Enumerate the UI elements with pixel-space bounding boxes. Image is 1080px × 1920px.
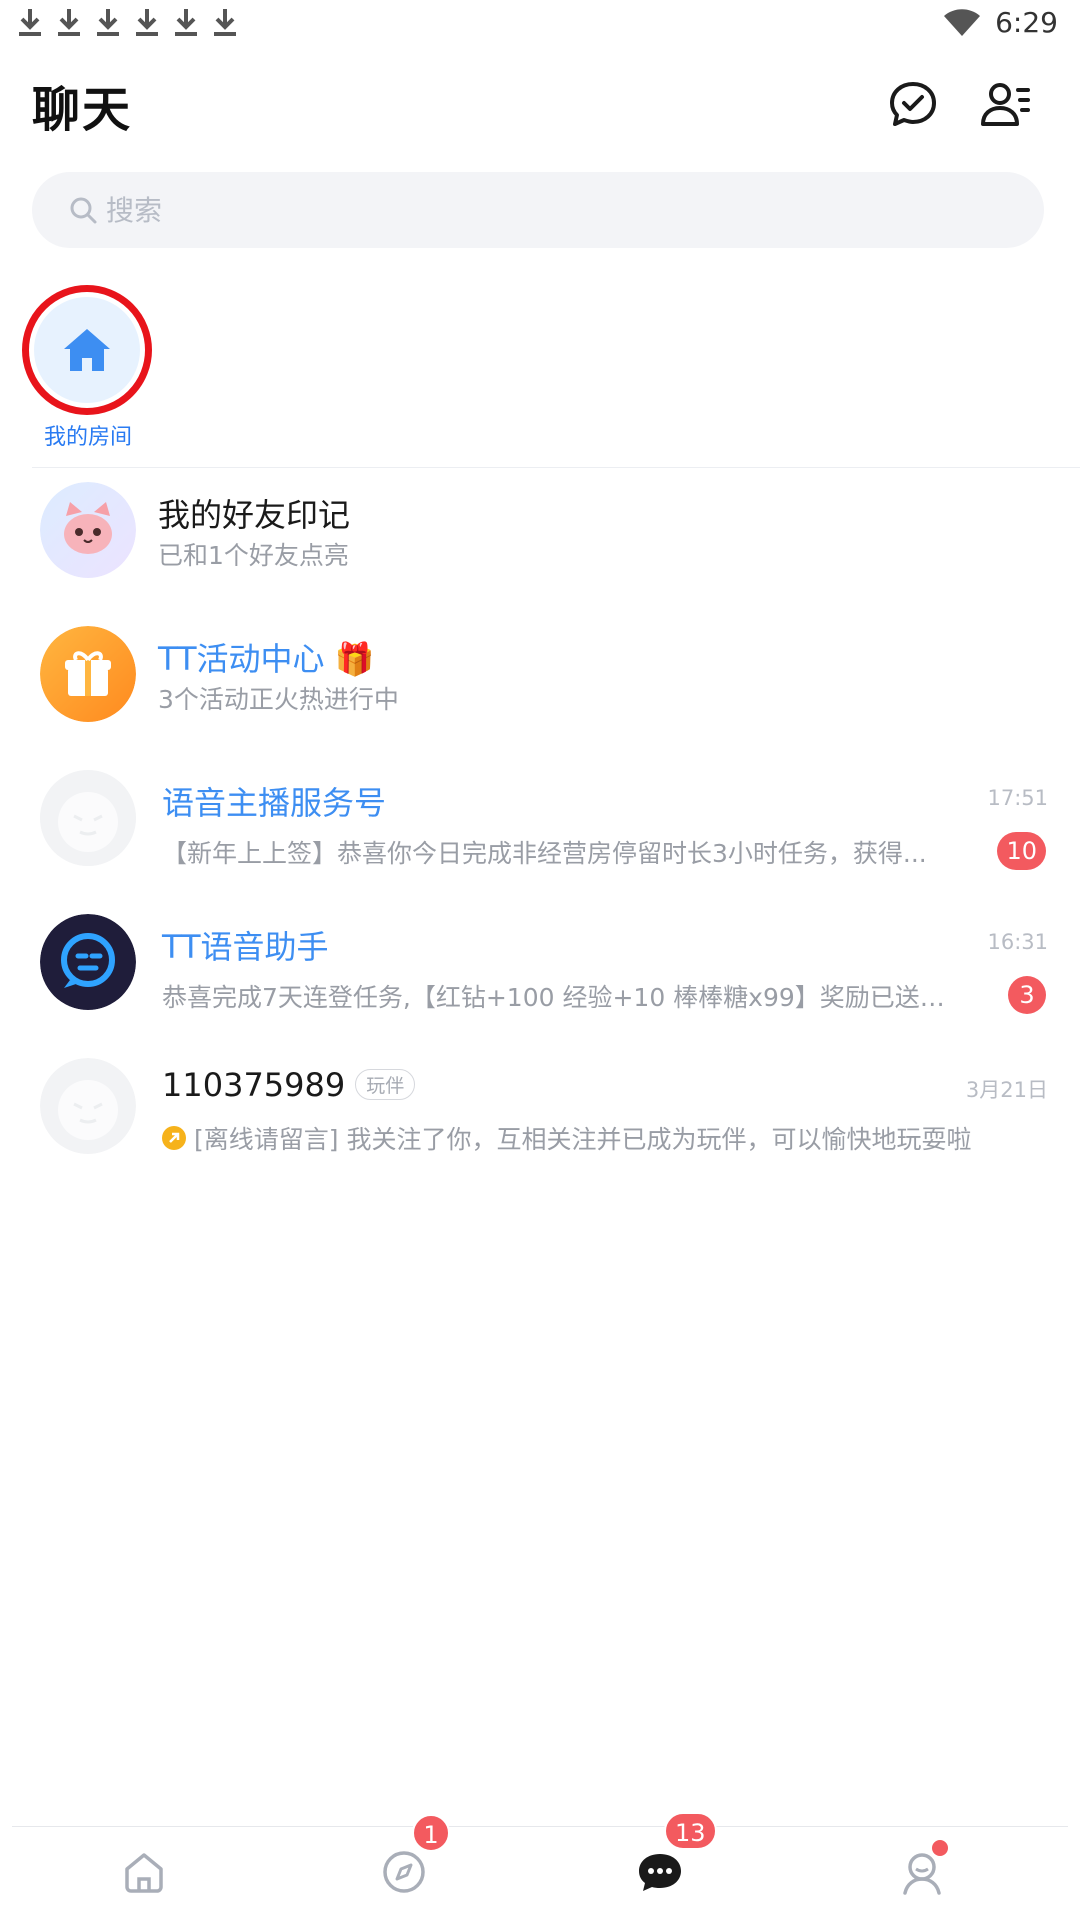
download-icon <box>136 9 158 36</box>
house-icon <box>64 329 110 371</box>
my-room-avatar <box>34 297 140 403</box>
unread-badge: 3 <box>1008 976 1046 1014</box>
download-icon <box>175 9 197 36</box>
search-icon <box>70 197 97 224</box>
chat-title: 我的好友印记 <box>158 496 351 534</box>
chat-subtitle: 3个活动正火热进行中 <box>158 685 399 714</box>
placeholder-avatar-icon <box>40 1058 136 1154</box>
chat-title: TT语音助手 <box>162 928 329 966</box>
clock: 6:29 <box>995 6 1058 39</box>
chat-time: 17:51 <box>987 786 1048 810</box>
list-item-user-chat[interactable]: 110375989 玩伴 3月21日 [离线请留言] 我关注了你，互相关注并已成为… <box>0 1058 1080 1178</box>
gift-emoji-icon: 🎁 <box>334 640 375 678</box>
avatar <box>40 914 136 1010</box>
profile-notification-dot <box>932 1840 948 1856</box>
chat-time: 3月21日 <box>965 1078 1048 1102</box>
status-right: 6:29 <box>943 6 1058 39</box>
chat-subtitle: 已和1个好友点亮 <box>158 541 349 570</box>
list-item-friend-marks[interactable]: 我的好友印记 已和1个好友点亮 <box>0 482 1080 602</box>
avatar <box>40 1058 136 1154</box>
gift-avatar-icon <box>40 626 136 722</box>
discover-badge: 1 <box>412 1814 450 1852</box>
chat-title-row: 110375989 玩伴 <box>162 1066 416 1104</box>
list-item-anchor-service[interactable]: 语音主播服务号 17:51 【新年上上签】恭喜你今日完成非经营房停留时长3小时任… <box>0 770 1080 890</box>
nav-chat[interactable]: 13 <box>630 1812 717 1902</box>
assistant-avatar-icon <box>40 914 136 1010</box>
contacts-list-icon <box>981 83 1030 126</box>
contacts-button[interactable] <box>978 78 1032 132</box>
wifi-icon <box>944 8 981 36</box>
avatar <box>40 482 136 578</box>
my-room-highlight-circle <box>22 285 152 415</box>
chat-subtitle: 【新年上上签】恭喜你今日完成非经营房停留时长3小时任务，获得... <box>162 839 927 868</box>
chat-time: 16:31 <box>987 930 1048 954</box>
page-title: 聊天 <box>32 82 133 138</box>
nav-divider <box>12 1826 1068 1827</box>
chat-title: TT活动中心 <box>158 640 325 678</box>
download-icon <box>214 9 236 36</box>
chat-subtitle: [离线请留言] 我关注了你，互相关注并已成为玩伴，可以愉快地玩耍啦 <box>194 1125 972 1154</box>
playmate-tag: 玩伴 <box>355 1068 416 1100</box>
unread-badge: 10 <box>997 832 1046 870</box>
chat-title-row: TT活动中心 🎁 <box>158 634 375 680</box>
my-room-label: 我的房间 <box>43 425 132 450</box>
chat-title: 110375989 <box>162 1066 346 1104</box>
my-room-button[interactable]: 我的房间 <box>22 285 154 451</box>
search-bar[interactable] <box>32 172 1044 248</box>
section-divider <box>32 467 1080 468</box>
avatar <box>40 770 136 866</box>
search-input[interactable] <box>106 193 986 227</box>
chat-check-button[interactable] <box>886 78 940 132</box>
home-icon <box>125 1853 163 1893</box>
discover-compass-icon <box>383 1851 425 1893</box>
avatar <box>40 626 136 722</box>
placeholder-avatar-icon <box>40 770 136 866</box>
nav-discover[interactable]: 1 <box>374 1814 450 1902</box>
list-item-activity-center[interactable]: TT活动中心 🎁 3个活动正火热进行中 <box>0 626 1080 746</box>
chat-check-icon <box>890 82 936 126</box>
chat-title: 语音主播服务号 <box>162 784 387 822</box>
download-icon <box>97 9 119 36</box>
nav-profile[interactable] <box>892 1840 952 1902</box>
chat-badge: 13 <box>664 1812 717 1850</box>
download-icon <box>19 9 41 36</box>
chat-subtitle-row: [离线请留言] 我关注了你，互相关注并已成为玩伴，可以愉快地玩耍啦 <box>162 1120 994 1156</box>
list-item-voice-assistant[interactable]: TT语音助手 16:31 恭喜完成7天连登任务,【红钻+100 经验+10 棒棒… <box>0 914 1080 1034</box>
cat-avatar-icon <box>40 482 136 578</box>
download-icon <box>58 9 80 36</box>
arrow-circle-icon <box>162 1126 186 1150</box>
chat-icon <box>639 1854 681 1891</box>
nav-home[interactable] <box>114 1842 174 1902</box>
status-bar: 6:29 <box>0 0 1080 52</box>
chat-subtitle: 恭喜完成7天连登任务,【红钻+100 经验+10 棒棒糖x99】奖励已送达... <box>162 983 962 1012</box>
